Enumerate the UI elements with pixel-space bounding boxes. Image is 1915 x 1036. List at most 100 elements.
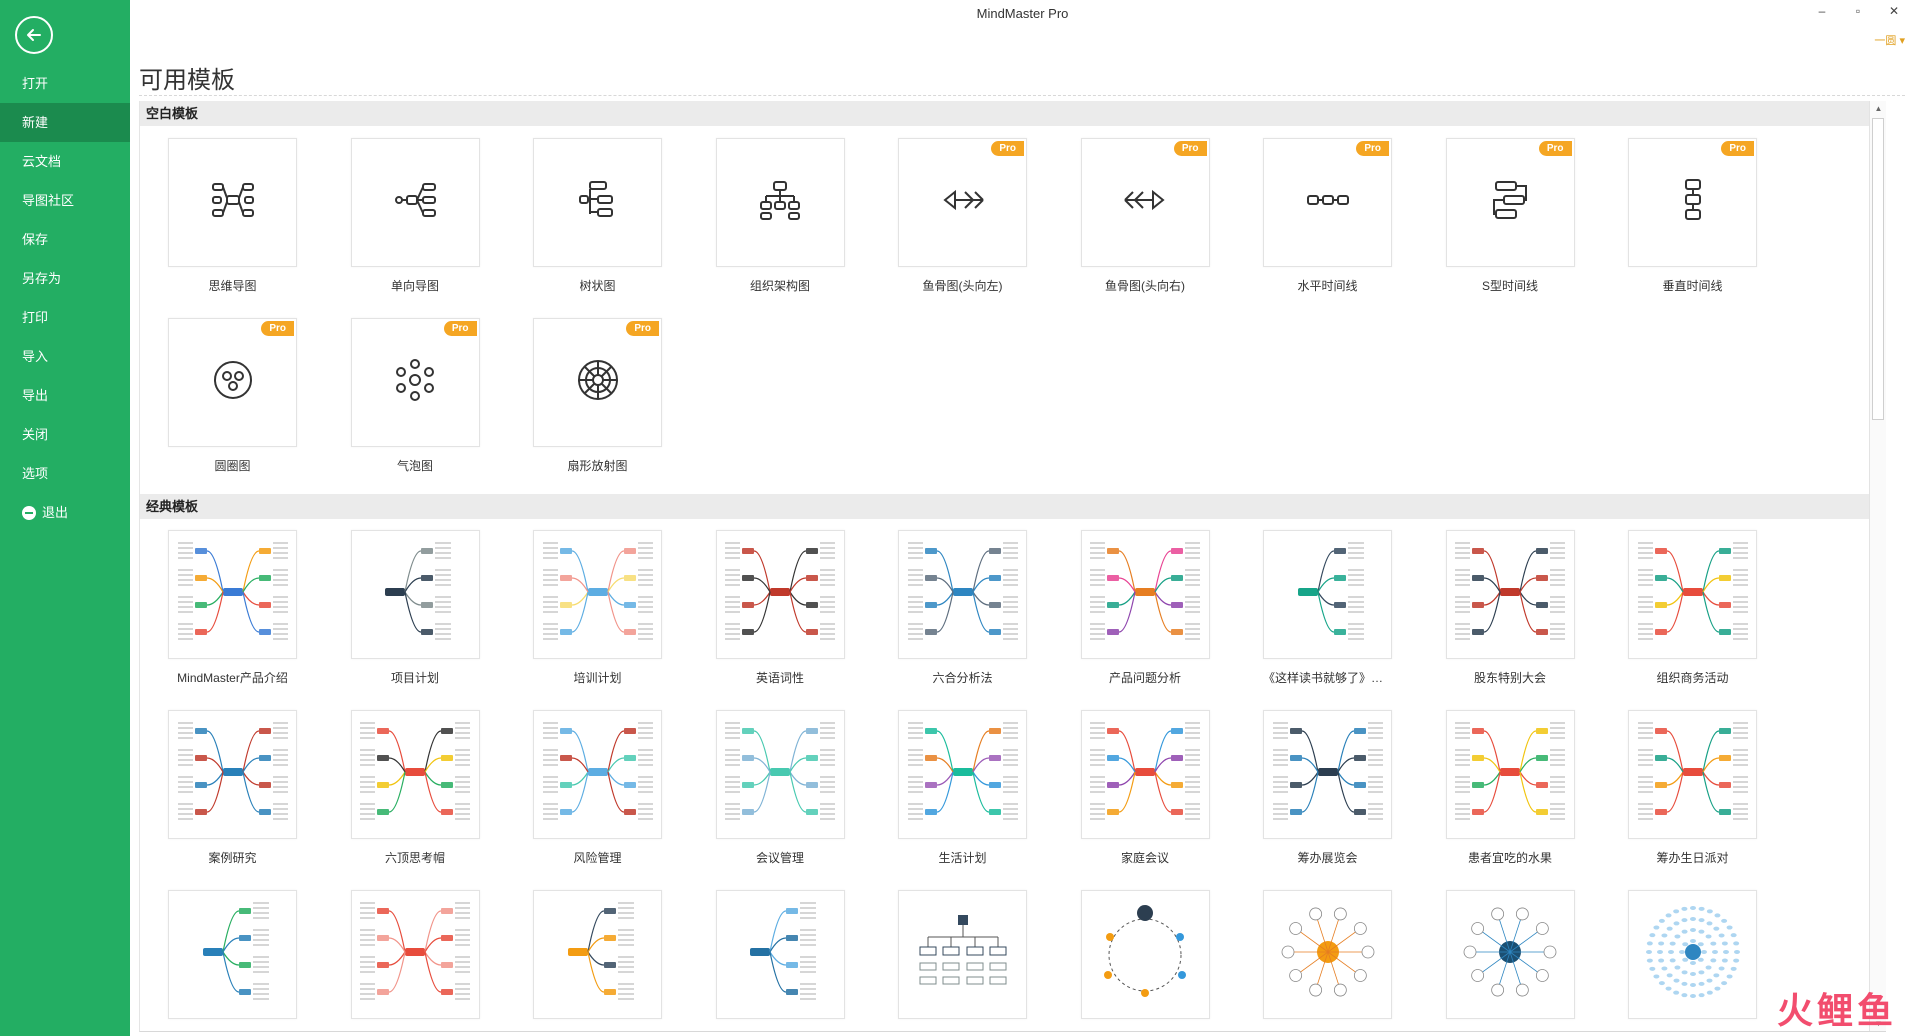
template-preview-image	[1636, 537, 1749, 652]
template-preview-image	[178, 897, 288, 1012]
classic-template-card[interactable]	[1080, 890, 1210, 1029]
exit-icon	[22, 505, 36, 520]
classic-template-card[interactable]: 培训计划	[533, 530, 662, 686]
sidebar-item[interactable]: 保存	[0, 220, 130, 259]
classic-template-card[interactable]	[1263, 890, 1392, 1029]
blank-template-card[interactable]: 单向导图	[350, 138, 480, 294]
blank-template-card[interactable]: Pro 扇形放射图	[533, 318, 662, 474]
classic-template-card[interactable]: 筹办展览会	[1263, 710, 1392, 866]
classic-template-card[interactable]: 生活计划	[898, 710, 1027, 866]
classic-template-card[interactable]	[533, 890, 662, 1029]
close-button[interactable]: ✕	[1887, 4, 1901, 18]
template-preview-image	[724, 717, 836, 832]
template-preview-image	[176, 537, 289, 652]
template-thumbnail	[168, 138, 297, 267]
template-label: 水平时间线	[1297, 279, 1358, 293]
classic-template-card[interactable]: 六合分析法	[898, 530, 1027, 686]
template-label: 单向导图	[390, 279, 439, 293]
template-thumbnail	[715, 890, 845, 1019]
template-label: 筹办生日派对	[1656, 851, 1729, 865]
classic-template-card[interactable]	[1445, 890, 1575, 1029]
pro-badge: Pro	[1721, 141, 1754, 156]
template-preview-image	[176, 717, 289, 832]
template-preview-image	[543, 897, 653, 1012]
classic-template-card[interactable]: 会议管理	[715, 710, 845, 866]
sidebar-item[interactable]: 另存为	[0, 259, 130, 298]
blank-template-card[interactable]: Pro S型时间线	[1445, 138, 1575, 294]
template-label: 培训计划	[573, 671, 622, 685]
template-label: S型时间线	[1481, 279, 1538, 293]
template-thumbnail	[898, 710, 1027, 839]
template-label: 家庭会议	[1120, 851, 1169, 865]
vertical-scrollbar[interactable]: ▲ ▼	[1869, 101, 1886, 1031]
sidebar-item[interactable]: 导入	[0, 337, 130, 376]
classic-template-card[interactable]: 组织商务活动	[1628, 530, 1757, 686]
blank-template-card[interactable]: Pro 鱼骨图(头向左)	[898, 138, 1027, 294]
sidebar-item-label: 关闭	[22, 427, 49, 442]
pro-badge: Pro	[1356, 141, 1389, 156]
timeline-h-icon	[1306, 178, 1350, 227]
classic-template-card[interactable]: 项目计划	[350, 530, 480, 686]
template-thumbnail	[898, 530, 1027, 659]
template-label: MindMaster产品介绍	[177, 671, 288, 685]
template-thumbnail	[533, 530, 662, 659]
blank-template-card[interactable]: Pro 鱼骨图(头向右)	[1080, 138, 1210, 294]
sidebar-item[interactable]: 打印	[0, 298, 130, 337]
classic-template-card[interactable]: 股东特别大会	[1445, 530, 1575, 686]
sidebar-item[interactable]: 选项	[0, 454, 130, 493]
back-button[interactable]	[15, 16, 53, 54]
template-thumbnail: Pro	[168, 318, 297, 447]
sidebar-item[interactable]: 退出	[0, 493, 130, 532]
template-preview-image	[1455, 897, 1565, 1012]
classic-template-card[interactable]: 家庭会议	[1080, 710, 1210, 866]
classic-template-card[interactable]	[898, 890, 1027, 1029]
classic-template-card[interactable]: 《这样读书就够了》思...	[1263, 530, 1392, 686]
blank-template-card[interactable]: Pro 垂直时间线	[1628, 138, 1757, 294]
blank-template-card[interactable]: 树状图	[533, 138, 662, 294]
template-preview-image	[541, 717, 654, 832]
classic-template-card[interactable]: 产品问题分析	[1080, 530, 1210, 686]
sidebar-item-label: 保存	[22, 232, 49, 247]
blank-template-card[interactable]: Pro 圆圈图	[168, 318, 297, 474]
user-account-menu[interactable]: 一圆 ▾	[1874, 32, 1905, 48]
restore-button[interactable]: ▫	[1851, 4, 1865, 18]
blank-template-card[interactable]: 组织架构图	[715, 138, 845, 294]
sidebar-item[interactable]: 云文档	[0, 142, 130, 181]
window-controls: – ▫ ✕	[1815, 4, 1901, 18]
template-label: 案例研究	[208, 851, 257, 865]
classic-template-card[interactable]: 六顶思考帽	[350, 710, 480, 866]
classic-template-card[interactable]: MindMaster产品介绍	[168, 530, 297, 686]
sidebar-item[interactable]: 新建	[0, 103, 130, 142]
scrollbar-thumb[interactable]	[1872, 118, 1884, 420]
blank-template-card[interactable]: Pro 气泡图	[350, 318, 480, 474]
minimize-button[interactable]: –	[1815, 4, 1829, 18]
classic-template-card[interactable]: 英语词性	[715, 530, 845, 686]
classic-template-card[interactable]	[350, 890, 480, 1029]
timeline-v-icon	[1671, 178, 1715, 227]
sidebar-item[interactable]: 导出	[0, 376, 130, 415]
classic-template-card[interactable]: 筹办生日派对	[1628, 710, 1757, 866]
sidebar-item-label: 打开	[22, 76, 49, 91]
blank-template-card[interactable]: Pro 水平时间线	[1263, 138, 1392, 294]
classic-template-card[interactable]: 患者宜吃的水果	[1445, 710, 1575, 866]
bubble-icon	[393, 358, 437, 407]
template-thumbnail: Pro	[1445, 138, 1575, 267]
classic-template-card[interactable]: 案例研究	[168, 710, 297, 866]
template-thumbnail	[533, 138, 662, 267]
mindmap-icon	[211, 178, 255, 227]
pro-badge: Pro	[1173, 141, 1207, 156]
scroll-up-arrow-icon[interactable]: ▲	[1870, 101, 1886, 117]
template-preview-image	[1271, 717, 1384, 832]
pro-badge: Pro	[1538, 141, 1572, 156]
template-thumbnail: Pro	[1080, 138, 1210, 267]
classic-template-card[interactable]	[1628, 890, 1757, 1029]
blank-template-card[interactable]: 思维导图	[168, 138, 297, 294]
sidebar-item[interactable]: 导图社区	[0, 181, 130, 220]
classic-template-card[interactable]	[715, 890, 845, 1029]
sidebar-item[interactable]: 关闭	[0, 415, 130, 454]
template-label: 生活计划	[938, 851, 987, 865]
classic-template-card[interactable]	[168, 890, 297, 1029]
sidebar-item[interactable]: 打开	[0, 64, 130, 103]
classic-template-card[interactable]: 风险管理	[533, 710, 662, 866]
sidebar-menu: 打开新建 云文档 导图社区保存另存为 打印 导入 导出关闭选项 退出	[0, 64, 130, 532]
